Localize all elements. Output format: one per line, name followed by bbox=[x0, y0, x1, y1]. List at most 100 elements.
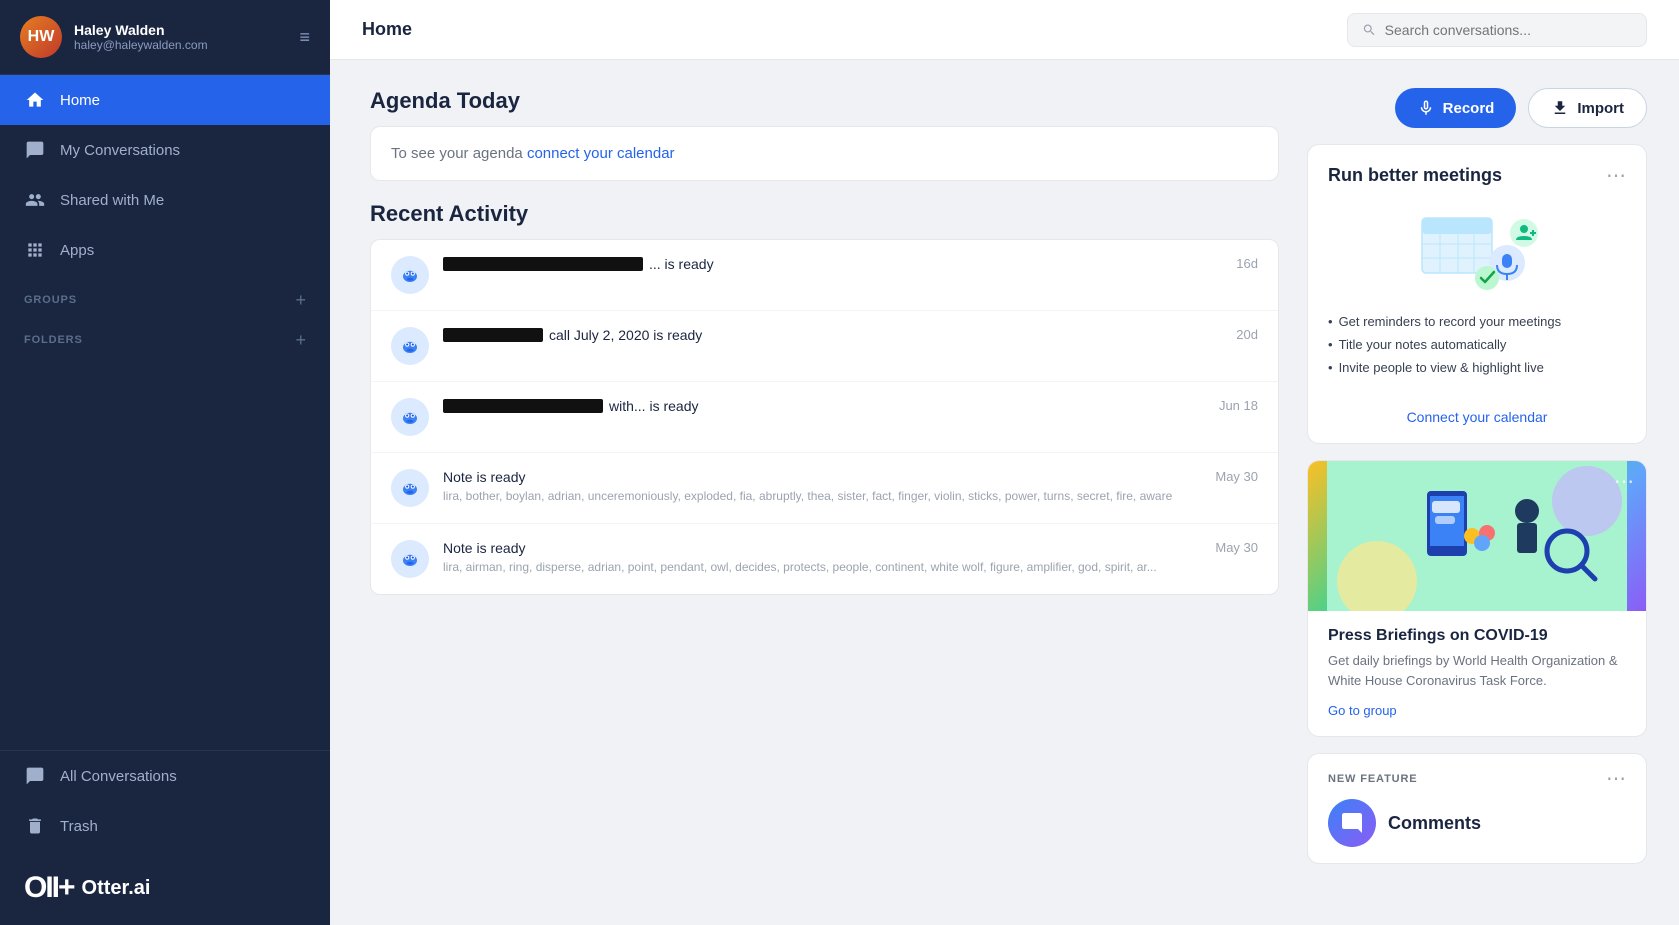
all-conversations-label: All Conversations bbox=[60, 768, 177, 785]
import-button[interactable]: Import bbox=[1528, 88, 1647, 128]
all-conversations-icon bbox=[24, 765, 46, 787]
content-area: Agenda Today To see your agenda connect … bbox=[330, 60, 1679, 925]
menu-icon[interactable]: ≡ bbox=[299, 27, 310, 48]
sidebar-header: HW Haley Walden haley@haleywalden.com ≡ bbox=[0, 0, 330, 75]
avatar bbox=[391, 256, 429, 294]
sidebar-item-home[interactable]: Home bbox=[0, 75, 330, 125]
press-card-body: Press Briefings on COVID-19 Get daily br… bbox=[1308, 611, 1646, 736]
agenda-prompt: To see your agenda bbox=[391, 145, 527, 162]
trash-icon bbox=[24, 815, 46, 837]
press-illustration bbox=[1327, 461, 1627, 611]
record-label: Record bbox=[1443, 100, 1495, 117]
sidebar-item-trash[interactable]: Trash bbox=[0, 801, 330, 851]
activity-item[interactable]: Note is ready lira, bother, boylan, adri… bbox=[371, 453, 1278, 524]
home-icon bbox=[24, 89, 46, 111]
meeting-illustration bbox=[1308, 198, 1646, 314]
right-panel: Record Import Run better meetings ⋯ bbox=[1307, 88, 1647, 897]
groups-section: GROUPS + bbox=[0, 275, 330, 315]
activity-body: call July 2, 2020 is ready bbox=[443, 327, 1222, 346]
meetings-card-menu[interactable]: ⋯ bbox=[1606, 163, 1626, 188]
activity-time: 20d bbox=[1236, 327, 1258, 342]
activity-body: ... is ready bbox=[443, 256, 1222, 275]
meetings-card-bullets: Get reminders to record your meetings Ti… bbox=[1308, 314, 1646, 399]
activity-time: May 30 bbox=[1215, 469, 1258, 484]
sidebar-item-apps[interactable]: Apps bbox=[0, 225, 330, 275]
agenda-section: Agenda Today To see your agenda connect … bbox=[370, 88, 1279, 181]
activity-body: with... is ready bbox=[443, 398, 1205, 417]
sidebar: HW Haley Walden haley@haleywalden.com ≡ … bbox=[0, 0, 330, 925]
user-name: Haley Walden bbox=[74, 22, 287, 38]
conversations-icon bbox=[24, 139, 46, 161]
left-panel: Agenda Today To see your agenda connect … bbox=[370, 88, 1279, 897]
topbar: Home bbox=[330, 0, 1679, 60]
activity-time: 16d bbox=[1236, 256, 1258, 271]
activity-item-title: ... is ready bbox=[443, 256, 1222, 272]
avatar bbox=[391, 469, 429, 507]
apps-icon bbox=[24, 239, 46, 261]
sidebar-item-my-conversations[interactable]: My Conversations bbox=[0, 125, 330, 175]
bullet-item: Get reminders to record your meetings bbox=[1328, 314, 1626, 329]
user-email: haley@haleywalden.com bbox=[74, 38, 287, 52]
sidebar-item-shared-label: Shared with Me bbox=[60, 192, 164, 209]
activity-title: Recent Activity bbox=[370, 201, 1279, 227]
meetings-card: Run better meetings ⋯ bbox=[1307, 144, 1647, 444]
activity-item-title: Note is ready bbox=[443, 540, 1201, 556]
microphone-icon bbox=[1417, 99, 1435, 117]
folders-label: FOLDERS bbox=[24, 334, 83, 346]
record-button[interactable]: Record bbox=[1395, 88, 1517, 128]
avatar bbox=[391, 327, 429, 365]
press-card-link[interactable]: Go to group bbox=[1328, 703, 1397, 718]
activity-subtitle: lira, airman, ring, disperse, adrian, po… bbox=[443, 559, 1201, 576]
shared-icon bbox=[24, 189, 46, 211]
add-folder-button[interactable]: + bbox=[295, 331, 306, 349]
activity-section: Recent Activity ... is ready bbox=[370, 201, 1279, 595]
import-label: Import bbox=[1577, 100, 1624, 117]
agenda-box: To see your agenda connect your calendar bbox=[370, 126, 1279, 181]
new-feature-title: Comments bbox=[1388, 813, 1481, 834]
search-icon bbox=[1362, 22, 1377, 38]
activity-item[interactable]: with... is ready Jun 18 bbox=[371, 382, 1278, 453]
search-input[interactable] bbox=[1385, 22, 1632, 38]
bullet-item: Title your notes automatically bbox=[1328, 337, 1626, 352]
search-box[interactable] bbox=[1347, 13, 1647, 47]
new-feature-label: NEW FEATURE bbox=[1328, 773, 1418, 785]
otter-logo: OII+ Otter.ai bbox=[0, 851, 330, 925]
activity-list: ... is ready 16d call bbox=[370, 239, 1279, 595]
trash-label: Trash bbox=[60, 818, 98, 835]
sidebar-bottom: All Conversations Trash OII+ Otter.ai bbox=[0, 750, 330, 925]
avatar bbox=[391, 398, 429, 436]
new-feature-card: NEW FEATURE ⋯ Comments bbox=[1307, 753, 1647, 864]
new-feature-menu[interactable]: ⋯ bbox=[1606, 766, 1626, 791]
user-info: Haley Walden haley@haleywalden.com bbox=[74, 22, 287, 52]
press-card-menu[interactable]: ⋯ bbox=[1614, 469, 1634, 494]
activity-time: May 30 bbox=[1215, 540, 1258, 555]
meetings-card-title: Run better meetings bbox=[1328, 165, 1502, 186]
otter-logo-text: Otter.ai bbox=[82, 877, 151, 900]
activity-body: Note is ready lira, bother, boylan, adri… bbox=[443, 469, 1201, 505]
groups-label: GROUPS bbox=[24, 294, 77, 306]
connect-calendar-link[interactable]: connect your calendar bbox=[527, 145, 675, 162]
activity-item[interactable]: ... is ready 16d bbox=[371, 240, 1278, 311]
press-card: ⋯ bbox=[1307, 460, 1647, 737]
activity-item-title: call July 2, 2020 is ready bbox=[443, 327, 1222, 343]
connect-calendar-card-link[interactable]: Connect your calendar bbox=[1308, 399, 1646, 443]
otter-logo-icon: OII+ bbox=[24, 871, 74, 905]
activity-body: Note is ready lira, airman, ring, disper… bbox=[443, 540, 1201, 576]
press-card-title: Press Briefings on COVID-19 bbox=[1328, 627, 1626, 645]
activity-subtitle: lira, bother, boylan, adrian, unceremoni… bbox=[443, 488, 1201, 505]
press-card-desc: Get daily briefings by World Health Orga… bbox=[1328, 651, 1626, 690]
sidebar-item-shared-with-me[interactable]: Shared with Me bbox=[0, 175, 330, 225]
sidebar-item-apps-label: Apps bbox=[60, 242, 94, 259]
add-group-button[interactable]: + bbox=[295, 291, 306, 309]
main-area: Home Agenda Today To see your agenda con… bbox=[330, 0, 1679, 925]
sidebar-item-all-conversations[interactable]: All Conversations bbox=[0, 751, 330, 801]
redacted-text bbox=[443, 328, 543, 342]
meeting-illustration-svg bbox=[1412, 208, 1542, 298]
activity-item[interactable]: call July 2, 2020 is ready 20d bbox=[371, 311, 1278, 382]
card-header: Run better meetings ⋯ bbox=[1308, 145, 1646, 198]
activity-item[interactable]: Note is ready lira, airman, ring, disper… bbox=[371, 524, 1278, 594]
avatar bbox=[391, 540, 429, 578]
import-icon bbox=[1551, 99, 1569, 117]
agenda-title: Agenda Today bbox=[370, 88, 1279, 114]
activity-item-title: with... is ready bbox=[443, 398, 1205, 414]
